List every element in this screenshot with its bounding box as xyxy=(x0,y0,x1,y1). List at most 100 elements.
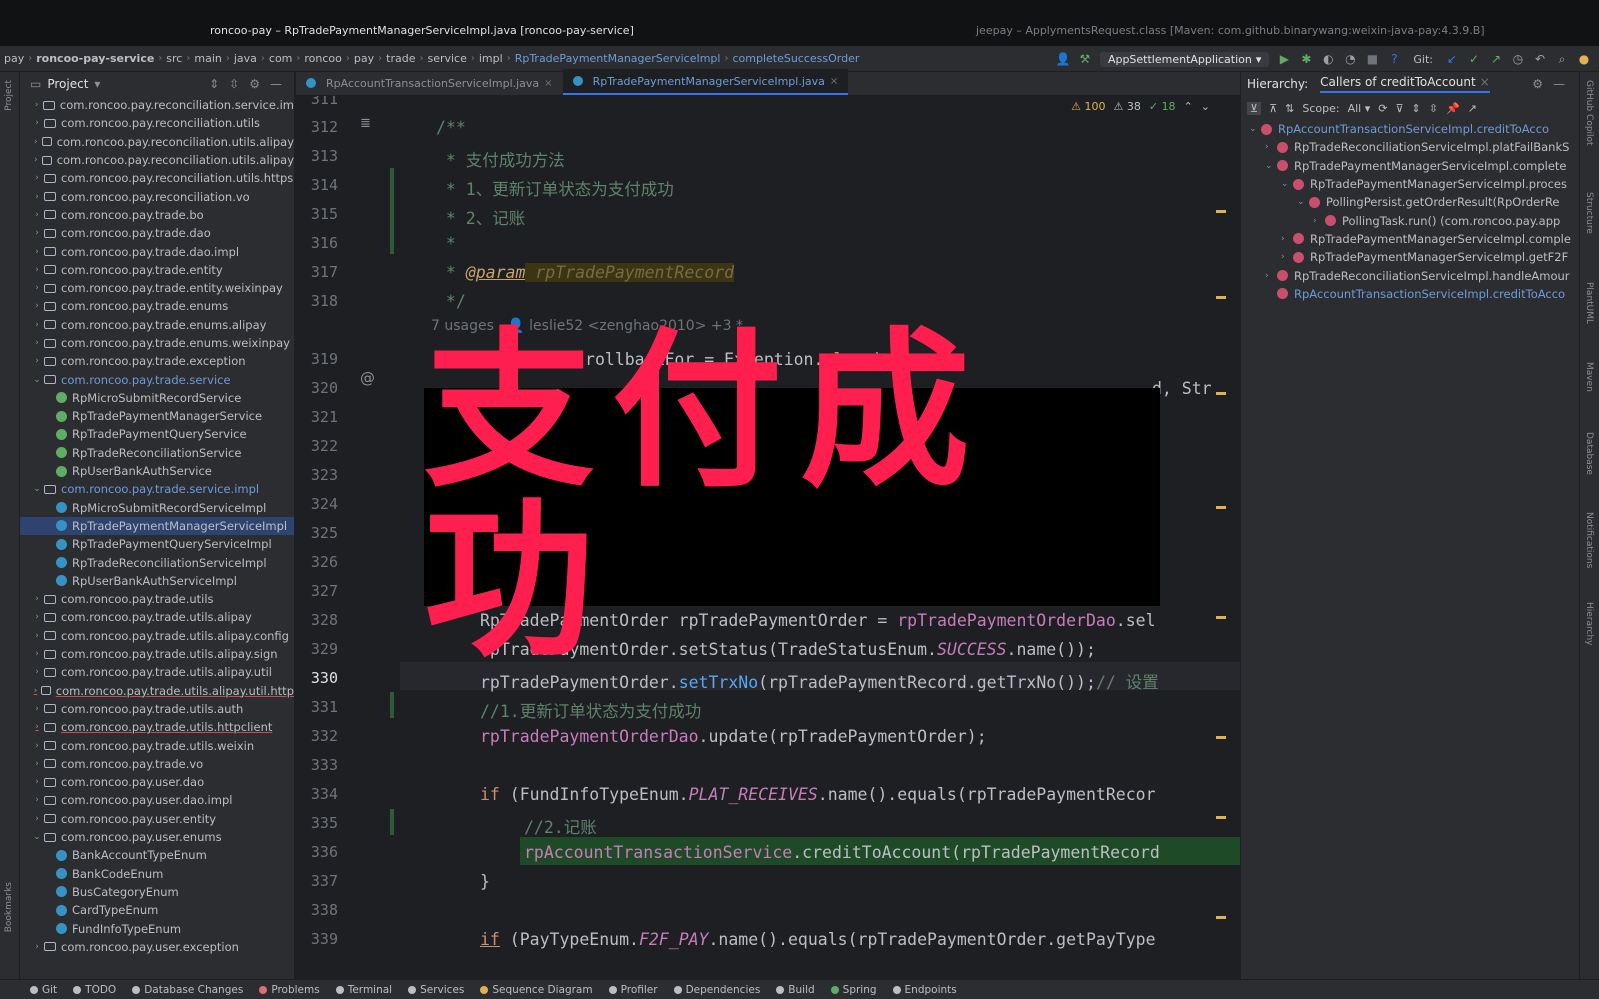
chevron-up-icon[interactable]: ⌃ xyxy=(1184,100,1193,113)
caller-hierarchy-icon[interactable]: ⊻ xyxy=(1247,101,1262,115)
chevron-right-icon[interactable]: › xyxy=(30,686,41,696)
project-tree-item[interactable]: › com.roncoo.pay.user.dao.impl xyxy=(20,791,294,809)
chevron-down-icon[interactable]: ⌄ xyxy=(30,832,44,842)
project-tree-item[interactable]: › com.roncoo.pay.trade.utils.alipay.confi… xyxy=(20,627,294,645)
chevron-down-icon[interactable]: ⌄ xyxy=(1249,124,1261,134)
close-icon[interactable]: × xyxy=(830,76,838,87)
history-icon[interactable]: ◷ xyxy=(1511,52,1525,66)
tool-window-label[interactable]: Maven xyxy=(1584,362,1594,392)
hierarchy-item[interactable]: ⌄ PollingPersist.getOrderResult(RpOrderRe xyxy=(1241,193,1579,211)
line-number[interactable]: 331 xyxy=(302,698,338,716)
tool-window-button[interactable]: Database Changes xyxy=(132,984,243,996)
chevron-right-icon[interactable]: › xyxy=(1281,234,1293,244)
expand-all-icon[interactable]: ⇕ xyxy=(209,77,219,91)
tool-window-button[interactable]: Endpoints xyxy=(892,984,957,996)
line-number[interactable]: 330 xyxy=(302,669,338,687)
chevron-right-icon[interactable]: › xyxy=(30,814,44,824)
tool-window-button[interactable]: Services xyxy=(408,984,464,996)
run-icon[interactable]: ▶ xyxy=(1277,52,1291,66)
chevron-right-icon[interactable]: › xyxy=(30,667,44,677)
chevron-down-icon[interactable]: ⌄ xyxy=(1265,161,1277,171)
tool-window-label[interactable]: Notifications xyxy=(1584,512,1594,568)
breadcrumb-item[interactable]: main xyxy=(190,52,225,65)
line-number[interactable]: 334 xyxy=(302,785,338,803)
line-number[interactable]: 314 xyxy=(302,176,338,194)
chevron-down-icon[interactable]: ▾ xyxy=(94,77,100,91)
tool-window-button[interactable]: TODO xyxy=(73,984,116,996)
project-tree-item[interactable]: RpTradePaymentManagerService xyxy=(20,407,294,425)
breadcrumb-item[interactable]: roncoo xyxy=(300,52,346,65)
line-number[interactable]: 328 xyxy=(302,611,338,629)
chevron-right-icon[interactable]: › xyxy=(30,100,43,110)
line-number[interactable]: 321 xyxy=(302,408,338,426)
git-update-icon[interactable]: ↙ xyxy=(1445,52,1459,66)
hierarchy-item[interactable]: ⌄ RpTradePaymentManagerServiceImpl.proces xyxy=(1241,175,1579,193)
chevron-down-icon[interactable]: ⌄ xyxy=(30,484,44,494)
chevron-right-icon[interactable]: › xyxy=(30,247,44,257)
project-tree-item[interactable]: ⌄ com.roncoo.pay.user.enums xyxy=(20,828,294,846)
project-tree-item[interactable]: › com.roncoo.pay.trade.utils.httpclient xyxy=(20,718,294,736)
chevron-right-icon[interactable]: › xyxy=(30,612,44,622)
project-tree-item[interactable]: › com.roncoo.pay.trade.utils.auth xyxy=(20,700,294,718)
tool-window-button[interactable]: Dependencies xyxy=(673,984,760,996)
tool-window-button[interactable]: Git xyxy=(30,984,57,996)
project-tree-item[interactable]: › com.roncoo.pay.trade.utils.alipay.util.… xyxy=(20,682,294,700)
sort-icon[interactable]: ⇅ xyxy=(1285,102,1294,115)
refresh-icon[interactable]: ⟳ xyxy=(1378,102,1387,115)
chevron-right-icon[interactable]: › xyxy=(30,320,44,330)
settings-icon[interactable]: ● xyxy=(1577,52,1591,66)
tool-window-button[interactable]: Sequence Diagram xyxy=(480,984,593,996)
project-tree-item[interactable]: BusCategoryEnum xyxy=(20,883,294,901)
breadcrumb-item[interactable]: pay xyxy=(0,52,28,65)
project-tree-item[interactable]: › com.roncoo.pay.trade.utils.alipay xyxy=(20,608,294,626)
scope-select[interactable]: All ▾ xyxy=(1348,102,1371,115)
hierarchy-item[interactable]: › RpTradePaymentManagerServiceImpl.comple xyxy=(1241,230,1579,248)
project-tree-item[interactable]: › com.roncoo.pay.trade.exception xyxy=(20,352,294,370)
line-number[interactable]: 316 xyxy=(302,234,338,252)
tool-window-button[interactable]: Build xyxy=(776,984,815,996)
chevron-down-icon[interactable]: ⌄ xyxy=(1201,100,1210,113)
close-icon[interactable]: × xyxy=(544,78,552,89)
breadcrumb-item[interactable]: trade xyxy=(382,52,419,65)
profile-icon[interactable]: ◔ xyxy=(1343,52,1357,66)
line-number[interactable]: 317 xyxy=(302,263,338,281)
hierarchy-item[interactable]: ⌄ RpTradePaymentManagerServiceImpl.comple… xyxy=(1241,157,1579,175)
hierarchy-item[interactable]: › RpTradeReconciliationServiceImpl.handle… xyxy=(1241,266,1579,284)
callee-hierarchy-icon[interactable]: ⊼ xyxy=(1269,102,1277,115)
breadcrumb-class[interactable]: RpTradePaymentManagerServiceImpl xyxy=(511,52,725,65)
filter-icon[interactable]: ⊽ xyxy=(1395,102,1403,115)
project-tree-item[interactable]: BankCodeEnum xyxy=(20,864,294,882)
project-tree-item[interactable]: › com.roncoo.pay.reconciliation.utils.ali… xyxy=(20,151,294,169)
project-tree-item[interactable]: RpUserBankAuthService xyxy=(20,462,294,480)
line-number[interactable]: 313 xyxy=(302,147,338,165)
line-number[interactable]: 315 xyxy=(302,205,338,223)
project-tree-item[interactable]: RpTradePaymentQueryServiceImpl xyxy=(20,535,294,553)
breadcrumb-item[interactable]: roncoo-pay-service xyxy=(32,52,158,65)
project-tree-item[interactable]: RpUserBankAuthServiceImpl xyxy=(20,572,294,590)
chevron-right-icon[interactable]: › xyxy=(1313,216,1325,226)
project-tree-item[interactable]: RpMicroSubmitRecordServiceImpl xyxy=(20,499,294,517)
tool-window-button[interactable]: Problems xyxy=(259,984,320,996)
rollback-icon[interactable]: ↶ xyxy=(1533,52,1547,66)
project-tree-item[interactable]: › com.roncoo.pay.trade.utils.alipay.sign xyxy=(20,645,294,663)
line-number[interactable]: 311 xyxy=(302,96,338,108)
close-icon[interactable]: × xyxy=(1480,75,1490,89)
collapse-all-icon[interactable]: ⇳ xyxy=(229,77,239,91)
chevron-right-icon[interactable]: › xyxy=(30,795,44,805)
project-tree-item[interactable]: › com.roncoo.pay.trade.utils.weixin xyxy=(20,736,294,754)
line-number[interactable]: 332 xyxy=(302,727,338,745)
project-tree-item[interactable]: › com.roncoo.pay.user.entity xyxy=(20,810,294,828)
inspection-widget[interactable]: ⚠ 100 ⚠ 38 ✓ 18 ⌃ ⌄ xyxy=(1071,100,1210,113)
chevron-right-icon[interactable]: › xyxy=(30,283,44,293)
line-number[interactable]: 319 xyxy=(302,350,338,368)
chevron-right-icon[interactable]: › xyxy=(30,631,44,641)
chevron-right-icon[interactable]: › xyxy=(30,210,44,220)
bookmarks-tool-label[interactable]: Bookmarks xyxy=(4,882,14,932)
line-number[interactable]: 329 xyxy=(302,640,338,658)
project-tree-item[interactable]: RpTradeReconciliationServiceImpl xyxy=(20,553,294,571)
project-tree-item[interactable]: RpTradeReconciliationService xyxy=(20,444,294,462)
project-tree-item[interactable]: › com.roncoo.pay.trade.utils xyxy=(20,590,294,608)
hierarchy-item[interactable]: › RpTradePaymentManagerServiceImpl.getF2F xyxy=(1241,248,1579,266)
project-tree-item[interactable]: RpMicroSubmitRecordService xyxy=(20,389,294,407)
tool-window-label[interactable]: Database xyxy=(1584,432,1594,475)
